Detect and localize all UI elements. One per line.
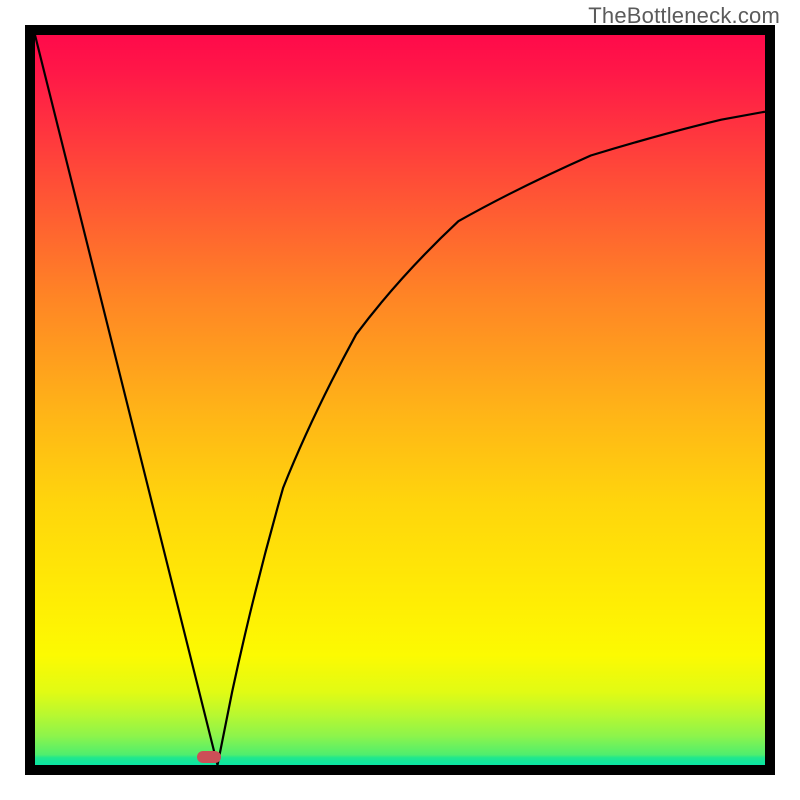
optimum-marker	[197, 751, 221, 763]
plot-border	[25, 25, 775, 775]
watermark-text: TheBottleneck.com	[588, 3, 780, 29]
curve-left-branch	[35, 35, 218, 765]
chart-frame: TheBottleneck.com	[0, 0, 800, 800]
curve-right-branch	[218, 112, 766, 765]
curve-svg	[35, 35, 765, 765]
